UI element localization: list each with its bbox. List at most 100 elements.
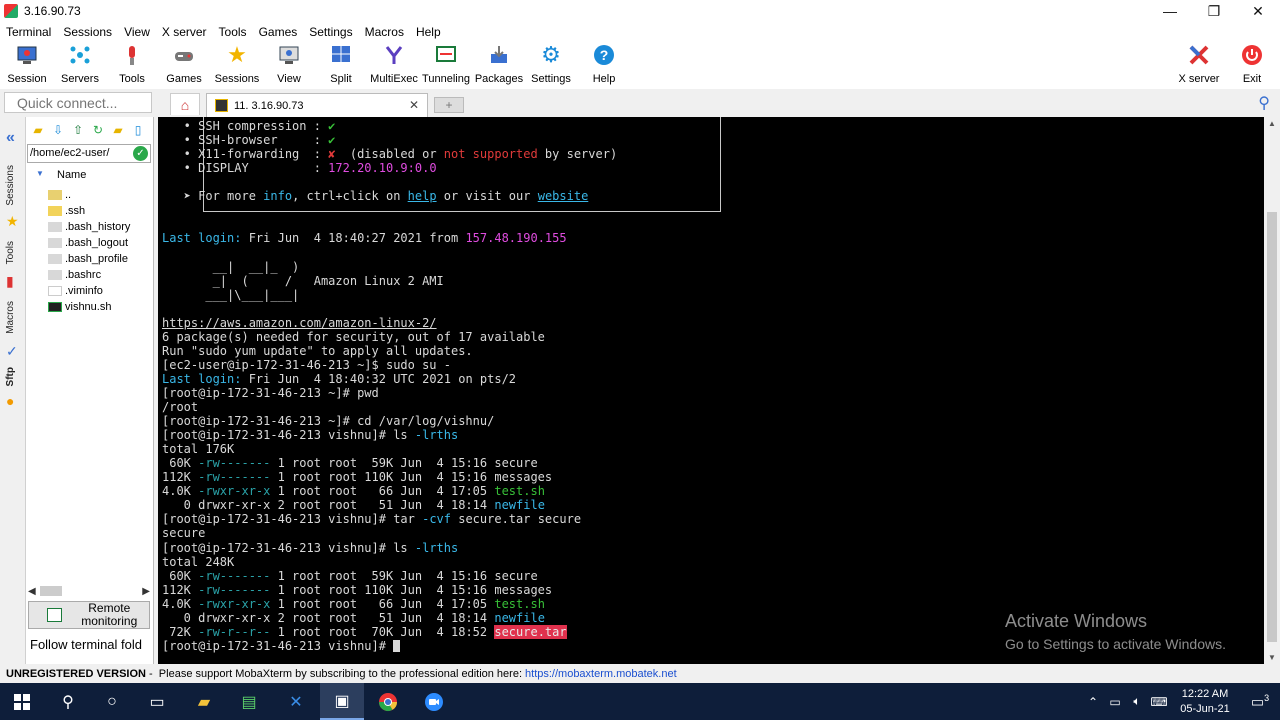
- network-icon[interactable]: ▭: [1104, 695, 1126, 709]
- session-tab[interactable]: 11. 3.16.90.73 ✕: [206, 93, 428, 117]
- mobaxterm-button[interactable]: ▣: [320, 683, 364, 720]
- tools-button[interactable]: Tools: [104, 43, 160, 87]
- split-icon: [329, 43, 353, 67]
- side-tab-tools[interactable]: Tools: [5, 241, 16, 264]
- side-tab-sessions[interactable]: Sessions: [5, 165, 16, 206]
- notification-button[interactable]: ▭3: [1240, 693, 1280, 711]
- follow-terminal-folder-checkbox[interactable]: Follow terminal fold: [30, 637, 142, 652]
- path-ok-icon[interactable]: ✓: [133, 146, 148, 161]
- menu-view[interactable]: View: [118, 25, 156, 39]
- xserver-icon: [1187, 43, 1211, 67]
- tray-expand-icon[interactable]: ⌃: [1082, 695, 1104, 709]
- new-folder-icon[interactable]: ▰: [110, 122, 126, 138]
- side-tab-macros[interactable]: Macros: [5, 301, 16, 334]
- tunneling-button[interactable]: Tunneling: [418, 43, 474, 87]
- list-item[interactable]: vishnu.sh: [26, 299, 152, 315]
- menu-games[interactable]: Games: [253, 25, 304, 39]
- menu-terminal[interactable]: Terminal: [0, 25, 57, 39]
- chrome-button[interactable]: [366, 683, 410, 720]
- list-item[interactable]: .bash_logout: [26, 235, 152, 251]
- sftp-path-field[interactable]: /home/ec2-user/ ✓: [27, 144, 151, 163]
- terminal-text: secure.tar: [494, 624, 567, 639]
- help-button[interactable]: ? Help: [576, 43, 632, 87]
- multiexec-button[interactable]: MultiExec: [366, 43, 422, 87]
- unregistered-label: UNREGISTERED VERSION: [6, 667, 146, 680]
- remote-monitoring-button[interactable]: Remote monitoring: [28, 601, 150, 629]
- menu-tools[interactable]: Tools: [213, 25, 253, 39]
- new-file-icon[interactable]: ▯: [130, 122, 146, 138]
- menu-sessions[interactable]: Sessions: [57, 25, 118, 39]
- list-item[interactable]: .bash_history: [26, 219, 152, 235]
- menu-help[interactable]: Help: [410, 25, 447, 39]
- exit-button[interactable]: Exit: [1224, 43, 1280, 87]
- settings-button[interactable]: ⚙ Settings: [523, 43, 579, 87]
- xserver-button[interactable]: X server: [1171, 43, 1227, 87]
- file-name: .ssh: [65, 205, 86, 217]
- clock[interactable]: 12:22 AM 05-Jun-21: [1170, 687, 1240, 717]
- search-icon: ⚲: [62, 693, 74, 711]
- menu-macros[interactable]: Macros: [359, 25, 410, 39]
- scroll-thumb[interactable]: [40, 586, 62, 596]
- attachment-icon[interactable]: ⚲: [1258, 93, 1270, 113]
- file-explorer-button[interactable]: ▰: [182, 683, 226, 720]
- folder-up-icon[interactable]: ▰: [30, 122, 46, 138]
- sessions-button[interactable]: ★ Sessions: [209, 43, 265, 87]
- start-button[interactable]: [0, 683, 44, 720]
- terminal-text: secure.tar secure: [451, 512, 582, 527]
- sftp-toolbar: ▰ ⇩ ⇧ ↻ ▰ ▯: [26, 117, 153, 143]
- servers-button[interactable]: Servers: [52, 43, 108, 87]
- subscribe-link[interactable]: https://mobaxterm.mobatek.net: [525, 668, 677, 680]
- title-bar: 3.16.90.73 — ❐ ✕: [0, 0, 1280, 22]
- home-tab[interactable]: ⌂: [170, 93, 200, 115]
- terminal-output[interactable]: • SSH compression : ✔ • SSH-browser : ✔ …: [158, 117, 1264, 664]
- view-button[interactable]: View: [261, 43, 317, 87]
- packages-button[interactable]: Packages: [471, 43, 527, 87]
- list-item[interactable]: .bash_profile: [26, 251, 152, 267]
- session-button[interactable]: Session: [0, 43, 55, 87]
- split-button[interactable]: Split: [313, 43, 369, 87]
- terminal-text: [root@ip-172-31-46-213 vishnu]# ls: [162, 428, 415, 443]
- zoom-button[interactable]: [412, 683, 456, 720]
- notepad-button[interactable]: ▤: [227, 683, 271, 720]
- restore-icon[interactable]: ❐: [1192, 0, 1236, 22]
- terminal-line: [root@ip-172-31-46-213 vishnu]#: [162, 639, 401, 653]
- download-icon[interactable]: ⇩: [50, 122, 66, 138]
- volume-icon[interactable]: 🔈︎: [1126, 694, 1148, 709]
- scroll-down-icon[interactable]: ▼: [1268, 653, 1276, 662]
- menu-xserver[interactable]: X server: [156, 25, 213, 39]
- terminal-line: • SSH compression : ✔: [162, 119, 336, 133]
- scroll-thumb[interactable]: [1267, 212, 1277, 642]
- scroll-right-icon[interactable]: ▶: [142, 586, 150, 597]
- terminal-text: 4.0K: [162, 484, 199, 499]
- list-item[interactable]: ..: [26, 187, 152, 203]
- scroll-up-icon[interactable]: ▲: [1268, 119, 1276, 128]
- vscode-button[interactable]: ✕: [274, 683, 318, 720]
- list-item[interactable]: .viminfo: [26, 283, 152, 299]
- home-icon: ⌂: [180, 96, 190, 113]
- games-button[interactable]: Games: [156, 43, 212, 87]
- keyboard-icon[interactable]: ⌨: [1148, 695, 1170, 709]
- refresh-icon[interactable]: ↻: [90, 122, 106, 138]
- search-button[interactable]: ⚲: [46, 683, 90, 720]
- cortana-button[interactable]: ○: [90, 683, 134, 720]
- terminal-text: by server): [537, 147, 618, 162]
- close-icon[interactable]: ✕: [1236, 0, 1280, 22]
- terminal-scrollbar[interactable]: ▲ ▼: [1264, 117, 1280, 664]
- terminal-text: 157.48.190.155: [465, 231, 567, 246]
- list-item[interactable]: .bashrc: [26, 267, 152, 283]
- list-item[interactable]: .ssh: [26, 203, 152, 219]
- name-column-header[interactable]: ▼ Name: [26, 167, 152, 183]
- terminal-text: total 248K: [162, 554, 235, 569]
- side-tab-sftp[interactable]: Sftp: [5, 367, 16, 386]
- menu-settings[interactable]: Settings: [303, 25, 358, 39]
- minimize-icon[interactable]: —: [1148, 0, 1192, 22]
- upload-icon[interactable]: ⇧: [70, 122, 86, 138]
- quick-connect-input[interactable]: [4, 92, 152, 113]
- scroll-left-icon[interactable]: ◀: [28, 586, 36, 597]
- collapse-chevron-icon[interactable]: «: [6, 129, 15, 147]
- watermark-title: Activate Windows: [1005, 611, 1148, 631]
- horizontal-scrollbar[interactable]: ◀ ▶: [28, 584, 150, 598]
- new-tab-button[interactable]: +: [434, 97, 464, 113]
- task-view-button[interactable]: ▭: [135, 683, 179, 720]
- tab-close-icon[interactable]: ✕: [409, 98, 419, 112]
